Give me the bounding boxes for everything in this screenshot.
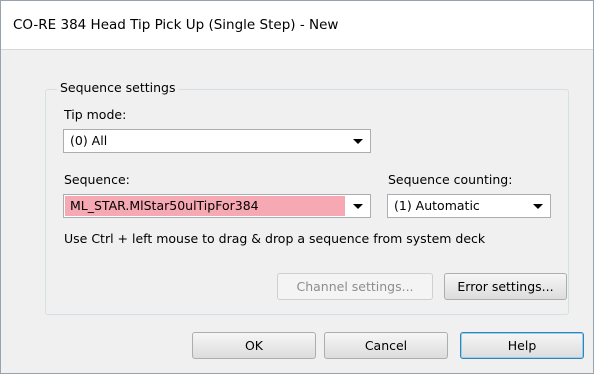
drag-drop-hint: Use Ctrl + left mouse to drag & drop a s… — [64, 231, 486, 246]
sequence-settings-group-title: Sequence settings — [57, 80, 179, 95]
sequence-counting-select[interactable]: (1) Automatic — [387, 194, 551, 218]
channel-settings-button[interactable]: Channel settings... — [277, 273, 433, 300]
tip-mode-label: Tip mode: — [64, 107, 127, 122]
tip-mode-select[interactable]: (0) All — [63, 129, 371, 153]
error-settings-button[interactable]: Error settings... — [444, 273, 567, 300]
sequence-value: ML_STAR.MlStar50ulTipFor384 — [70, 198, 259, 213]
ok-button[interactable]: OK — [192, 332, 316, 359]
chevron-down-icon[interactable] — [346, 130, 370, 152]
window-title: CO-RE 384 Head Tip Pick Up (Single Step)… — [13, 17, 339, 33]
help-button[interactable]: Help — [460, 332, 584, 359]
chevron-down-icon[interactable] — [526, 195, 550, 217]
tip-mode-value: (0) All — [70, 133, 108, 148]
sequence-label: Sequence: — [64, 172, 130, 187]
chevron-down-icon[interactable] — [346, 195, 370, 217]
sequence-counting-value: (1) Automatic — [394, 198, 480, 213]
dialog-content: Sequence settings Tip mode: (0) All Sequ… — [1, 50, 593, 373]
sequence-counting-label: Sequence counting: — [388, 172, 513, 187]
dialog-window: CO-RE 384 Head Tip Pick Up (Single Step)… — [0, 0, 594, 374]
title-bar[interactable]: CO-RE 384 Head Tip Pick Up (Single Step)… — [1, 1, 593, 50]
cancel-button[interactable]: Cancel — [324, 332, 448, 359]
sequence-select[interactable]: ML_STAR.MlStar50ulTipFor384 — [63, 194, 371, 218]
